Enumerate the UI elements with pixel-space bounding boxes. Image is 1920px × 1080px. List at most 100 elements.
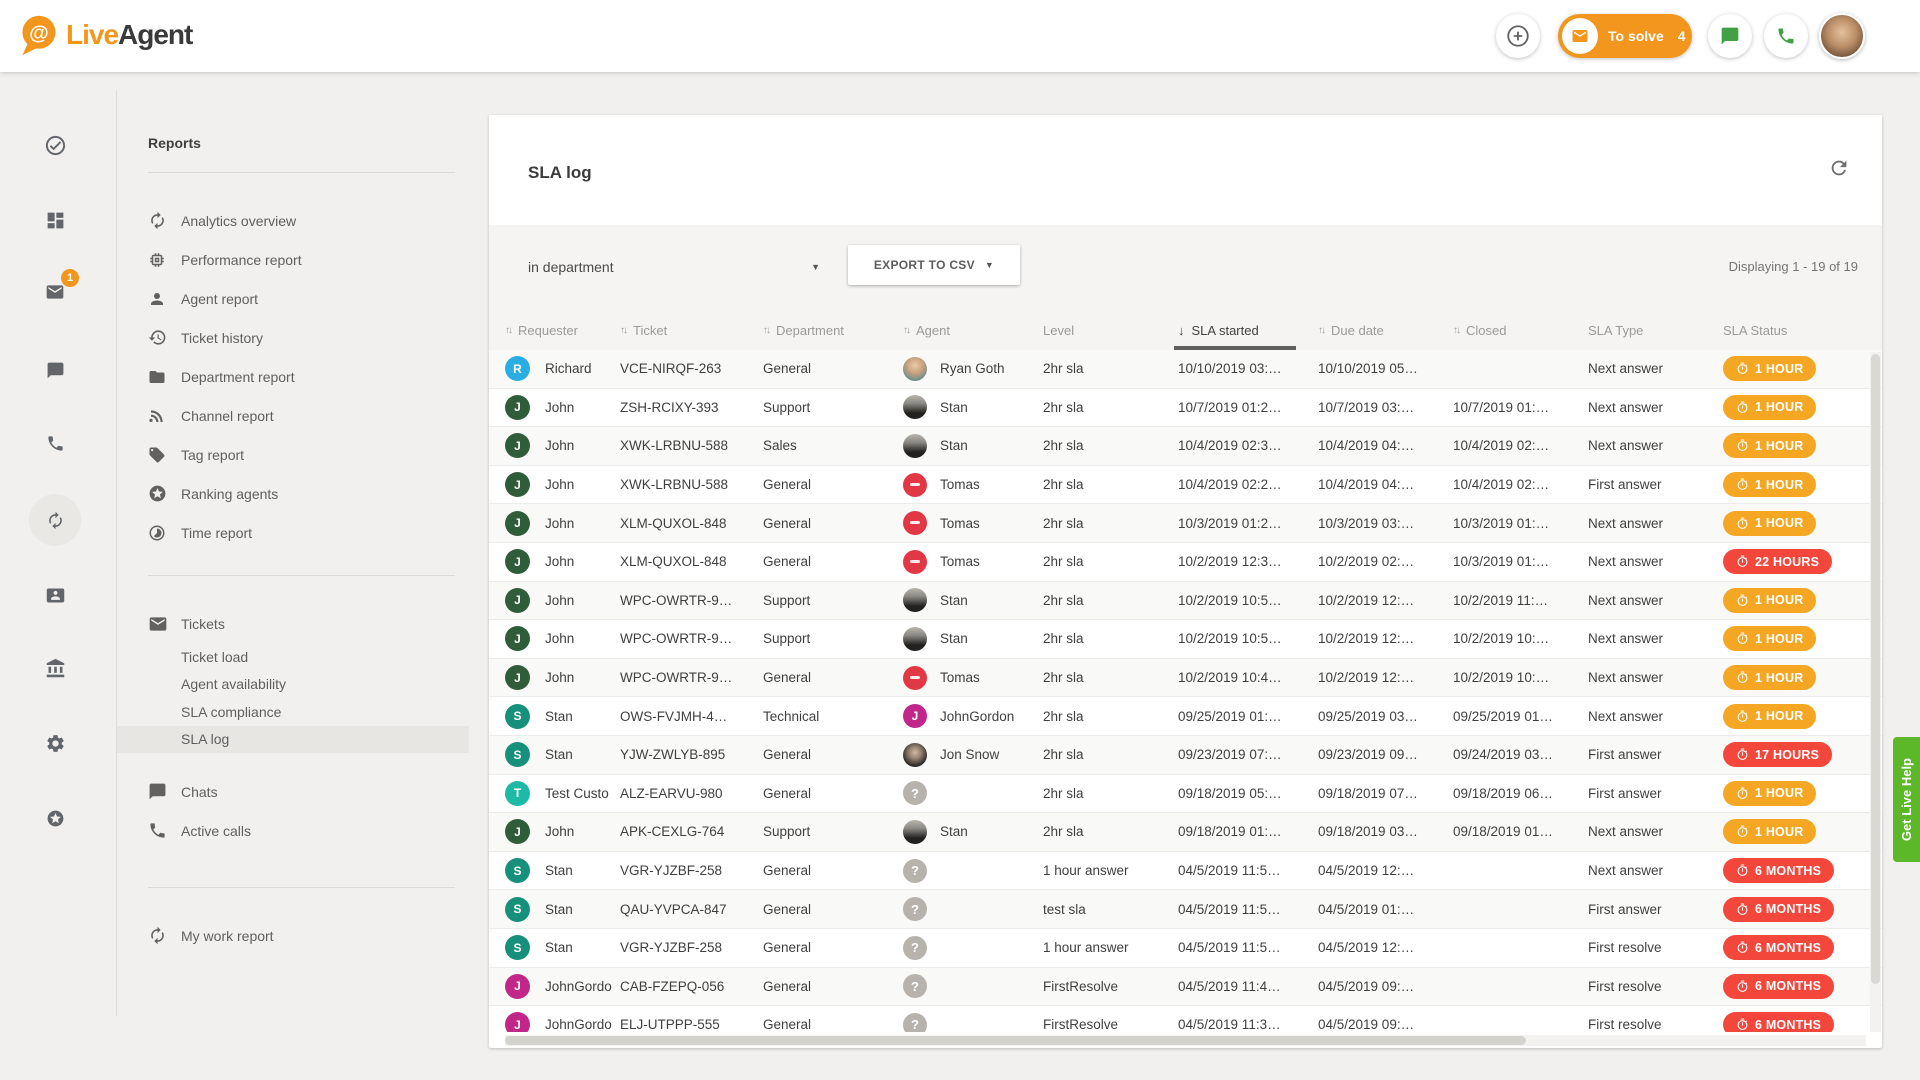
requester-name: John — [545, 631, 620, 646]
vertical-scrollbar-thumb[interactable] — [1871, 354, 1880, 984]
menu-subitem-sla-log[interactable]: SLA log — [117, 726, 469, 754]
rail-item-upgrade[interactable] — [29, 792, 81, 844]
user-avatar[interactable] — [1819, 13, 1865, 59]
menu-item-label: Agent report — [181, 291, 258, 307]
requester-avatar: J — [505, 395, 530, 420]
get-live-help-tab[interactable]: Get Live Help — [1893, 737, 1920, 862]
table-row[interactable]: JJohnAPK-CEXLG-764SupportStan2hr sla09/1… — [489, 813, 1882, 852]
menu-subitem-sla-compliance[interactable]: SLA compliance — [117, 698, 469, 726]
rail-item-chats[interactable] — [29, 344, 81, 396]
rail-item-reports[interactable] — [29, 494, 81, 546]
rail-item-academy[interactable] — [29, 642, 81, 694]
sla-level: 2hr sla — [1043, 709, 1178, 724]
column-header-sla-started[interactable]: ↓SLA started — [1178, 311, 1318, 350]
column-label: SLA Type — [1588, 323, 1643, 338]
agent-name: Ryan Goth — [940, 361, 1005, 376]
menu-item-my-work-report[interactable]: My work report — [117, 916, 469, 955]
rail-item-settings[interactable] — [29, 717, 81, 769]
table-row[interactable]: SStanYJW-ZWLYB-895GeneralJon Snow2hr sla… — [489, 736, 1882, 775]
person-icon — [148, 290, 166, 308]
chat-button[interactable] — [1708, 14, 1752, 58]
mail-icon — [45, 282, 65, 302]
star-circle-icon — [148, 484, 166, 503]
column-header-closed[interactable]: ↑↓Closed — [1453, 311, 1588, 350]
agent-avatar — [903, 434, 927, 458]
department-filter-select[interactable]: in department ▼ — [528, 249, 820, 285]
agent-avatar — [903, 395, 927, 419]
sla-status-text: 6 MONTHS — [1755, 1018, 1821, 1032]
menu-item-ticket-history[interactable]: Ticket history — [117, 318, 469, 357]
history-icon — [148, 328, 166, 347]
to-solve-button[interactable]: To solve 4 — [1558, 14, 1692, 58]
dashboard-icon — [45, 210, 66, 231]
agent-avatar: ? — [903, 897, 927, 921]
due-date: 10/2/2019 12:… — [1318, 593, 1453, 608]
table-row[interactable]: JJohnWPC-OWRTR-9…SupportStan2hr sla10/2/… — [489, 582, 1882, 621]
menu-item-performance-report[interactable]: Performance report — [117, 240, 469, 279]
sla-status-badge: 6 MONTHS — [1723, 974, 1834, 999]
menu-item-time-report[interactable]: Time report — [117, 513, 469, 552]
table-row[interactable]: JJohnWPC-OWRTR-9…SupportStan2hr sla10/2/… — [489, 620, 1882, 659]
add-button[interactable] — [1496, 14, 1540, 58]
menu-item-ranking-agents[interactable]: Ranking agents — [117, 474, 469, 513]
table-row[interactable]: SStanVGR-YJZBF-258General?1 hour answer0… — [489, 852, 1882, 891]
sla-type: Next answer — [1588, 516, 1723, 531]
refresh-icon[interactable] — [1828, 157, 1850, 184]
rail-item-contacts[interactable] — [29, 569, 81, 621]
column-header-requester[interactable]: ↑↓Requester — [505, 311, 620, 350]
rail-item-tasks[interactable] — [29, 119, 81, 171]
menu-item-chats[interactable]: Chats — [117, 772, 469, 811]
rail-item-tickets[interactable]: 1 — [29, 266, 81, 318]
table-row[interactable]: SStanQAU-YVPCA-847General?test sla04/5/2… — [489, 890, 1882, 929]
sla-status-text: 17 HOURS — [1755, 748, 1819, 762]
table-row[interactable]: RRichardVCE-NIRQF-263GeneralRyan Goth2hr… — [489, 350, 1882, 389]
table-row[interactable]: JJohnZSH-RCIXY-393SupportStan2hr sla10/7… — [489, 389, 1882, 428]
agent-cell: Stan — [903, 588, 1043, 612]
column-header-due-date[interactable]: ↑↓Due date — [1318, 311, 1453, 350]
menu-subitem-ticket-load[interactable]: Ticket load — [117, 643, 469, 671]
export-to-csv-button[interactable]: EXPORT TO CSV ▼ — [848, 245, 1020, 285]
column-header-department[interactable]: ↑↓Department — [763, 311, 903, 350]
table-row[interactable]: JJohnGordoCAB-FZEPQ-056General?FirstReso… — [489, 968, 1882, 1007]
sla-started: 04/5/2019 11:5… — [1178, 863, 1318, 878]
menu-item-label: Department report — [181, 369, 295, 385]
closed-date: 09/18/2019 01… — [1453, 824, 1588, 839]
menu-item-agent-report[interactable]: Agent report — [117, 279, 469, 318]
sla-status-badge: 6 MONTHS — [1723, 935, 1834, 960]
table-row[interactable]: JJohnXLM-QUXOL-848GeneralTomas2hr sla10/… — [489, 504, 1882, 543]
horizontal-scrollbar — [505, 1035, 1866, 1046]
table-row[interactable]: JJohnGordoELJ-UTPPP-555General?FirstReso… — [489, 1006, 1882, 1032]
sla-status-text: 1 HOUR — [1755, 632, 1803, 646]
menu-item-department-report[interactable]: Department report — [117, 357, 469, 396]
logo-text: LiveAgent — [66, 19, 192, 51]
menu-subitem-agent-availability[interactable]: Agent availability — [117, 671, 469, 699]
rail-item-calls[interactable] — [29, 417, 81, 469]
call-button[interactable] — [1764, 14, 1808, 58]
menu-item-analytics-overview[interactable]: Analytics overview — [117, 201, 469, 240]
menu-item-channel-report[interactable]: Channel report — [117, 396, 469, 435]
horizontal-scrollbar-thumb[interactable] — [505, 1036, 1526, 1045]
menu-item-tag-report[interactable]: Tag report — [117, 435, 469, 474]
check-circle-icon — [44, 134, 67, 157]
column-header-agent[interactable]: ↑↓Agent — [903, 311, 1043, 350]
filter-bar: in department ▼ EXPORT TO CSV ▼ Displayi… — [489, 225, 1882, 311]
ticket-code: VCE-NIRQF-263 — [620, 361, 763, 376]
due-date: 04/5/2019 09:… — [1318, 1017, 1453, 1032]
table-row[interactable]: SStanVGR-YJZBF-258General?1 hour answer0… — [489, 929, 1882, 968]
table-row[interactable]: JJohnXWK-LRBNU-588SalesStan2hr sla10/4/2… — [489, 427, 1882, 466]
rail-item-dashboard[interactable] — [29, 194, 81, 246]
table-row[interactable]: TTest CustoALZ-EARVU-980General?2hr sla0… — [489, 775, 1882, 814]
table-row[interactable]: JJohnXLM-QUXOL-848GeneralTomas2hr sla10/… — [489, 543, 1882, 582]
closed-date: 09/18/2019 06… — [1453, 786, 1588, 801]
menu-item-tickets[interactable]: Tickets — [117, 604, 469, 643]
column-header-ticket[interactable]: ↑↓Ticket — [620, 311, 763, 350]
phone-icon — [148, 821, 166, 840]
table-row[interactable]: JJohnWPC-OWRTR-9…GeneralTomas2hr sla10/2… — [489, 659, 1882, 698]
agent-avatar — [903, 588, 927, 612]
stopwatch-icon — [1736, 478, 1749, 491]
menu-item-active-calls[interactable]: Active calls — [117, 811, 469, 850]
table-row[interactable]: JJohnXWK-LRBNU-588GeneralTomas2hr sla10/… — [489, 466, 1882, 505]
table-row[interactable]: SStanOWS-FVJMH-4…TechnicalJJohnGordon2hr… — [489, 697, 1882, 736]
requester-name: John — [545, 400, 620, 415]
sla-status-badge: 6 MONTHS — [1723, 897, 1834, 922]
